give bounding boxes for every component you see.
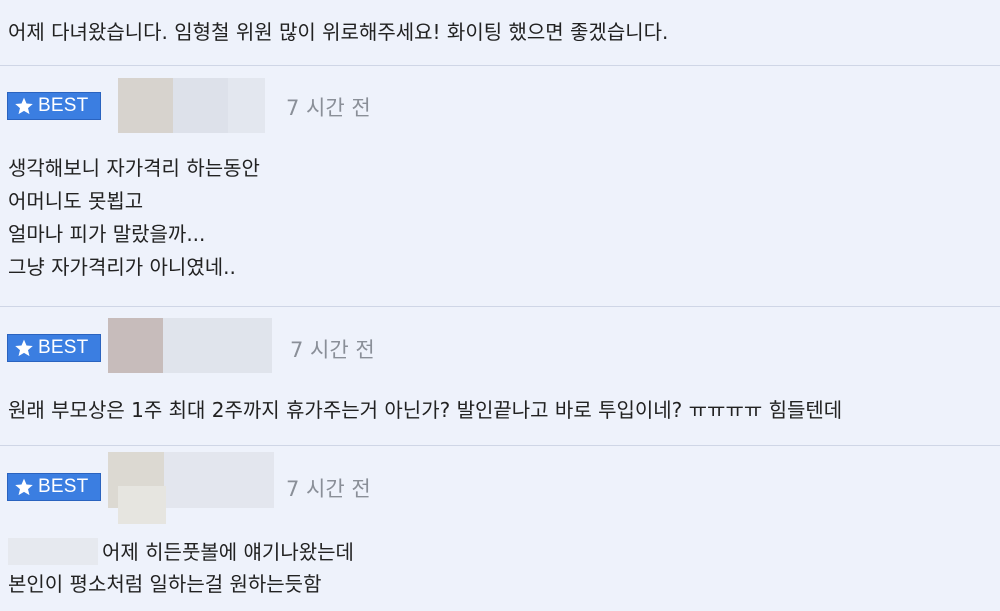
star-icon — [15, 339, 33, 357]
best-badge: BEST — [7, 334, 101, 362]
best-badge: BEST — [7, 92, 101, 120]
star-icon — [15, 97, 33, 115]
comment-item: BEST 7 시간 전 원래 부모상은 1주 최대 2주까지 휴가주는거 아닌가… — [0, 307, 1000, 446]
avatar[interactable] — [108, 452, 274, 524]
comment-item: 어제 다녀왔습니다. 임형철 위원 많이 위로해주세요! 화이팅 했으면 좋겠습… — [0, 0, 1000, 66]
comment-text: 어제 다녀왔습니다. 임형철 위원 많이 위로해주세요! 화이팅 했으면 좋겠습… — [8, 20, 669, 44]
mention-blur — [8, 538, 98, 565]
comment-time: 7 시간 전 — [290, 338, 375, 362]
best-badge-label: BEST — [38, 476, 89, 497]
comment-item: BEST 7 시간 전 생각해보니 자가격리 하는동안 어머니도 못뵙고 얼마나… — [0, 66, 1000, 307]
comment-time: 7 시간 전 — [286, 477, 371, 501]
best-badge-label: BEST — [38, 337, 89, 358]
comment-time: 7 시간 전 — [286, 96, 371, 120]
comment-line: 얼마나 피가 말랐을까... — [8, 222, 206, 246]
comment-item: BEST 7 시간 전 어제 히든풋볼에 얘기나왔는데 본인이 평소처럼 일하는… — [0, 446, 1000, 611]
star-icon — [15, 478, 33, 496]
comment-line: 어머니도 못뵙고 — [8, 189, 144, 213]
best-badge: BEST — [7, 473, 101, 501]
avatar[interactable] — [118, 78, 265, 133]
comment-line: 그냥 자가격리가 아니였네.. — [8, 255, 236, 279]
comment-line: 생각해보니 자가격리 하는동안 — [8, 156, 260, 180]
comment-line: 본인이 평소처럼 일하는걸 원하는듯함 — [8, 572, 322, 596]
comment-line: 어제 히든풋볼에 얘기나왔는데 — [102, 540, 354, 564]
comment-line: 원래 부모상은 1주 최대 2주까지 휴가주는거 아닌가? 발인끝나고 바로 투… — [8, 398, 843, 422]
best-badge-label: BEST — [38, 95, 89, 116]
avatar[interactable] — [108, 318, 272, 373]
